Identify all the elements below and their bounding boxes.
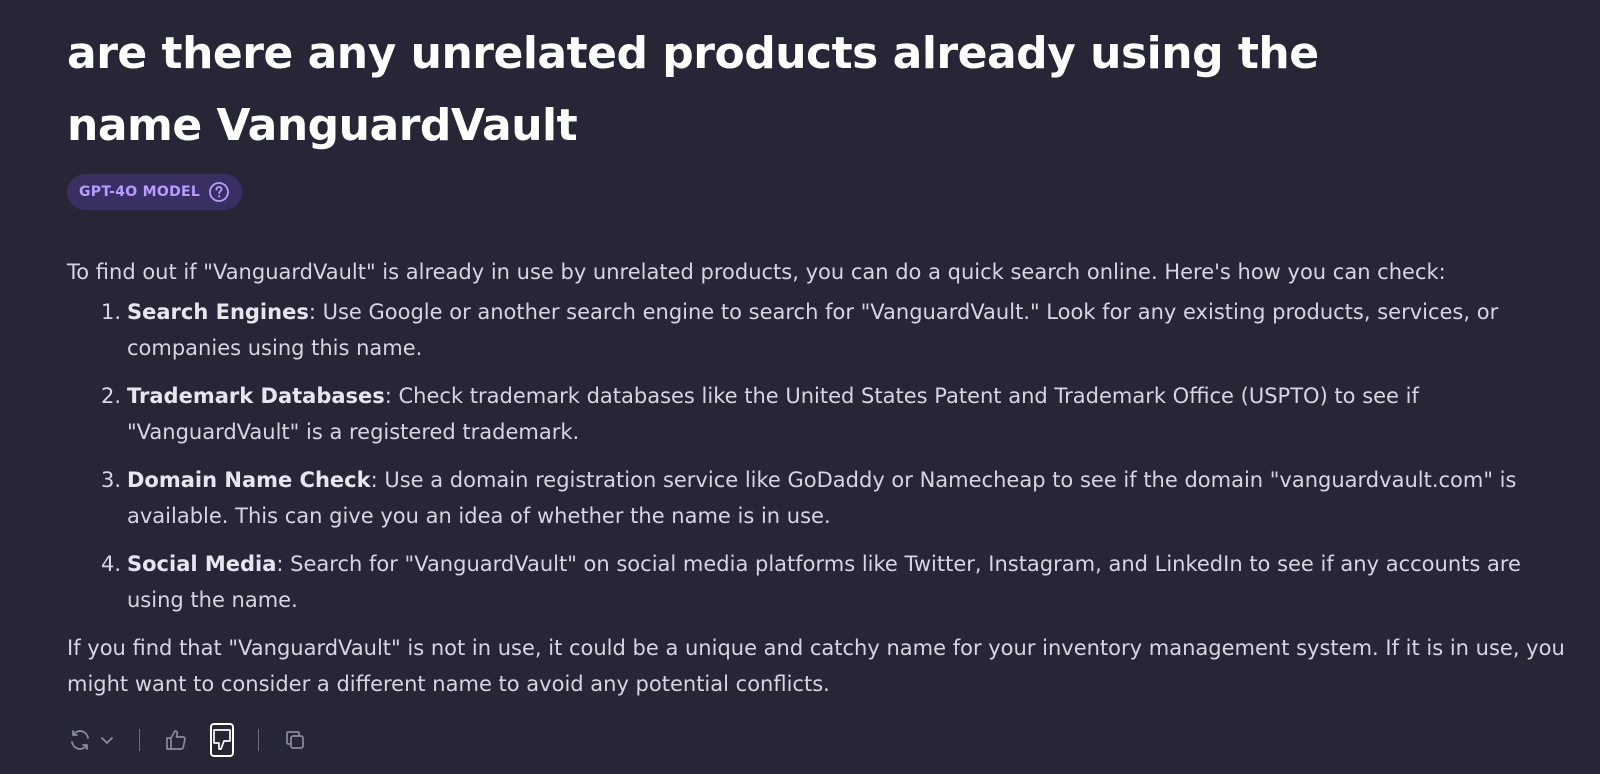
thumbs-up-icon[interactable]: [164, 728, 188, 752]
toolbar-divider: [139, 729, 140, 751]
steps-list: 1. Search Engines: Use Google or another…: [67, 294, 1567, 618]
step-text: : Use Google or another search engine to…: [127, 300, 1499, 360]
copy-icon[interactable]: [283, 728, 307, 752]
question-title: are there any unrelated products already…: [67, 28, 1319, 151]
step-heading: Social Media: [127, 552, 277, 576]
step-heading: Trademark Databases: [127, 384, 385, 408]
step-heading: Domain Name Check: [127, 468, 371, 492]
list-item: 1. Search Engines: Use Google or another…: [67, 294, 1567, 366]
step-number: 2.: [101, 384, 122, 408]
toolbar-divider: [258, 729, 259, 751]
step-text: : Search for "VanguardVault" on social m…: [127, 552, 1521, 612]
chevron-down-icon[interactable]: [99, 732, 115, 748]
step-number: 1.: [101, 300, 122, 324]
step-number: 4.: [101, 552, 122, 576]
list-item: 3. Domain Name Check: Use a domain regis…: [67, 462, 1567, 534]
question-circle-icon[interactable]: [208, 181, 230, 203]
thumbs-down-icon[interactable]: [210, 723, 234, 757]
message-actions-toolbar: [67, 722, 307, 758]
list-item: 2. Trademark Databases: Check trademark …: [67, 378, 1567, 450]
assistant-answer: To find out if "VanguardVault" is alread…: [67, 254, 1567, 702]
list-item: 4. Social Media: Search for "VanguardVau…: [67, 546, 1567, 618]
answer-intro: To find out if "VanguardVault" is alread…: [67, 260, 1446, 284]
answer-conclusion: If you find that "VanguardVault" is not …: [67, 636, 1565, 696]
step-number: 3.: [101, 468, 122, 492]
model-badge-label: GPT-4O MODEL: [79, 184, 201, 200]
refresh-icon[interactable]: [67, 727, 93, 753]
model-badge: GPT-4O MODEL: [67, 174, 243, 210]
step-heading: Search Engines: [127, 300, 309, 324]
